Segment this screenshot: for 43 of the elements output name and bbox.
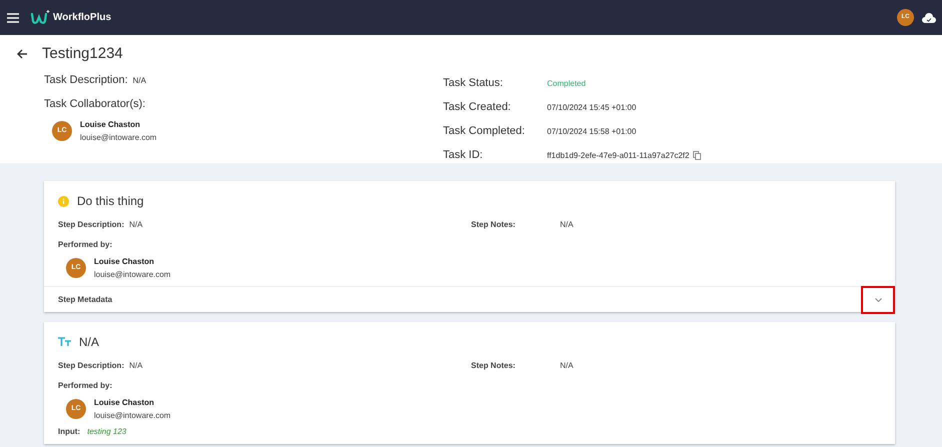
input-value: testing 123 bbox=[87, 426, 126, 438]
chevron-down-icon bbox=[874, 298, 882, 302]
field-value: 07/10/2024 15:58 +01:00 bbox=[547, 126, 636, 138]
cloud-icon[interactable] bbox=[922, 12, 936, 22]
info-icon bbox=[58, 196, 69, 206]
field-label: Step Description: bbox=[58, 360, 124, 372]
field-value: N/A bbox=[560, 360, 574, 372]
field-value: N/A bbox=[129, 360, 143, 372]
field-label: Step Description: bbox=[58, 219, 124, 231]
expand-button[interactable] bbox=[861, 286, 895, 314]
field-label: Task ID: bbox=[443, 148, 484, 164]
person-email: louise@intoware.com bbox=[94, 410, 171, 422]
step-title: N/A bbox=[79, 334, 100, 351]
field-label: Performed by: bbox=[58, 380, 114, 392]
logo-icon bbox=[30, 8, 50, 26]
text-type-icon bbox=[58, 337, 71, 347]
field-value: N/A bbox=[129, 219, 143, 231]
section-label: Step Metadata bbox=[58, 294, 112, 306]
field-label: Input: bbox=[58, 426, 80, 438]
step-title: Do this thing bbox=[77, 193, 144, 210]
field-value: 07/10/2024 15:45 +01:00 bbox=[547, 102, 636, 114]
brand-name: WorkfloPlus bbox=[53, 11, 112, 25]
person-name: Louise Chaston bbox=[94, 256, 156, 268]
field-value: N/A bbox=[560, 219, 574, 231]
person-email: louise@intoware.com bbox=[80, 132, 157, 144]
back-button[interactable] bbox=[16, 48, 28, 60]
person-name: Louise Chaston bbox=[94, 397, 156, 409]
person-name: Louise Chaston bbox=[80, 119, 142, 131]
person-email: louise@intoware.com bbox=[94, 269, 171, 281]
field-label: Task Description: bbox=[44, 73, 128, 88]
field-label: Task Collaborator(s): bbox=[44, 96, 146, 112]
field-label: Task Created: bbox=[443, 100, 512, 116]
field-label: Step Notes: bbox=[471, 219, 516, 231]
menu-button[interactable] bbox=[6, 10, 20, 24]
field-label: Performed by: bbox=[58, 239, 114, 251]
status-text: Completed bbox=[547, 78, 586, 90]
copy-icon[interactable] bbox=[693, 151, 702, 160]
field-label: Task Completed: bbox=[443, 124, 526, 140]
field-label: Task Status: bbox=[443, 76, 504, 92]
field-value: N/A bbox=[132, 74, 146, 86]
task-title: Testing1234 bbox=[42, 44, 123, 64]
field-value: ff1db1d9-2efe-47e9-a011-11a97a27c2f2 bbox=[547, 150, 690, 162]
field-label: Step Notes: bbox=[471, 360, 516, 372]
